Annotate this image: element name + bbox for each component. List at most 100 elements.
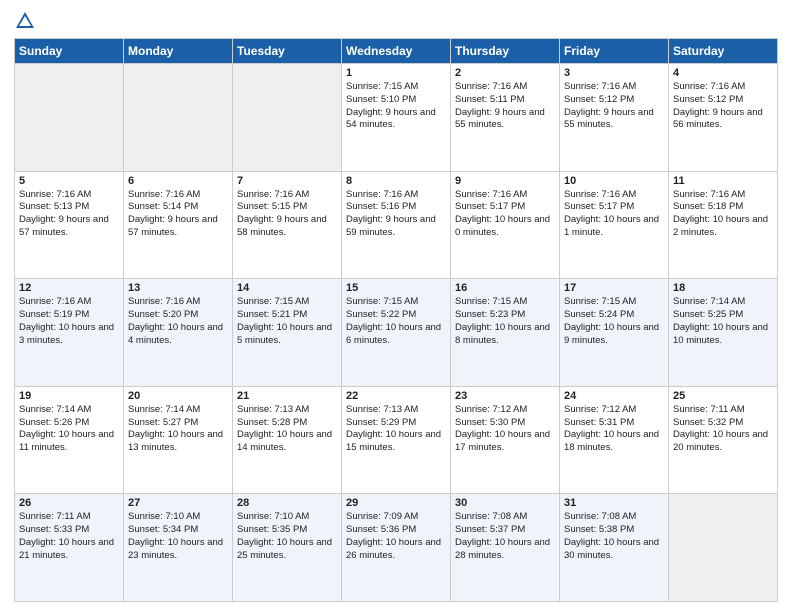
day-number: 23 [455,390,555,402]
day-number: 13 [128,282,228,294]
day-cell: 14 Sunrise: 7:15 AMSunset: 5:21 PMDayligh… [233,279,342,387]
day-info: Sunrise: 7:13 AMSunset: 5:28 PMDaylight:… [237,404,337,455]
logo [14,10,40,32]
day-number: 28 [237,497,337,509]
weekday-header-sunday: Sunday [15,39,124,64]
day-number: 8 [346,175,446,187]
day-cell: 3 Sunrise: 7:16 AMSunset: 5:12 PMDaylight… [560,64,669,172]
day-number: 12 [19,282,119,294]
day-cell: 24 Sunrise: 7:12 AMSunset: 5:31 PMDayligh… [560,386,669,494]
day-cell: 28 Sunrise: 7:10 AMSunset: 5:35 PMDayligh… [233,494,342,602]
day-cell: 10 Sunrise: 7:16 AMSunset: 5:17 PMDayligh… [560,171,669,279]
week-row-1: 1Sunrise: 7:15 AMSunset: 5:10 PMDaylight… [15,64,778,172]
day-info: Sunrise: 7:16 AMSunset: 5:13 PMDaylight:… [19,189,119,240]
day-cell: 15Sunrise: 7:15 AMSunset: 5:22 PMDayligh… [342,279,451,387]
day-info: Sunrise: 7:12 AMSunset: 5:30 PMDaylight:… [455,404,555,455]
weekday-header-saturday: Saturday [669,39,778,64]
day-number: 4 [673,67,773,79]
day-number: 24 [564,390,664,402]
day-info: Sunrise: 7:16 AMSunset: 5:11 PMDaylight:… [455,81,555,132]
day-cell [124,64,233,172]
week-row-2: 5 Sunrise: 7:16 AMSunset: 5:13 PMDaylight… [15,171,778,279]
day-info: Sunrise: 7:16 AMSunset: 5:18 PMDaylight:… [673,189,773,240]
day-cell: 18 Sunrise: 7:14 AMSunset: 5:25 PMDayligh… [669,279,778,387]
page: SundayMondayTuesdayWednesdayThursdayFrid… [0,0,792,612]
day-number: 31 [564,497,664,509]
day-number: 10 [564,175,664,187]
day-cell: 17 Sunrise: 7:15 AMSunset: 5:24 PMDayligh… [560,279,669,387]
day-number: 18 [673,282,773,294]
day-info: Sunrise: 7:10 AMSunset: 5:35 PMDaylight:… [237,511,337,562]
day-cell: 20 Sunrise: 7:14 AMSunset: 5:27 PMDayligh… [124,386,233,494]
day-info: Sunrise: 7:08 AMSunset: 5:38 PMDaylight:… [564,511,664,562]
day-info: Sunrise: 7:16 AMSunset: 5:12 PMDaylight:… [673,81,773,132]
day-info: Sunrise: 7:16 AMSunset: 5:15 PMDaylight:… [237,189,337,240]
day-cell: 30Sunrise: 7:08 AMSunset: 5:37 PMDayligh… [451,494,560,602]
day-cell: 26 Sunrise: 7:11 AMSunset: 5:33 PMDayligh… [15,494,124,602]
header [14,10,778,32]
day-info: Sunrise: 7:16 AMSunset: 5:20 PMDaylight:… [128,296,228,347]
calendar-table: SundayMondayTuesdayWednesdayThursdayFrid… [14,38,778,602]
day-cell: 23 Sunrise: 7:12 AMSunset: 5:30 PMDayligh… [451,386,560,494]
day-cell: 12 Sunrise: 7:16 AMSunset: 5:19 PMDayligh… [15,279,124,387]
day-info: Sunrise: 7:15 AMSunset: 5:23 PMDaylight:… [455,296,555,347]
day-info: Sunrise: 7:16 AMSunset: 5:14 PMDaylight:… [128,189,228,240]
day-info: Sunrise: 7:16 AMSunset: 5:16 PMDaylight:… [346,189,446,240]
day-cell: 7Sunrise: 7:16 AMSunset: 5:15 PMDaylight… [233,171,342,279]
weekday-header-friday: Friday [560,39,669,64]
logo-icon [14,10,36,32]
day-cell: 22 Sunrise: 7:13 AMSunset: 5:29 PMDayligh… [342,386,451,494]
day-number: 3 [564,67,664,79]
day-number: 16 [455,282,555,294]
day-info: Sunrise: 7:13 AMSunset: 5:29 PMDaylight:… [346,404,446,455]
day-number: 22 [346,390,446,402]
day-info: Sunrise: 7:14 AMSunset: 5:27 PMDaylight:… [128,404,228,455]
day-number: 17 [564,282,664,294]
day-cell: 11 Sunrise: 7:16 AMSunset: 5:18 PMDayligh… [669,171,778,279]
day-cell: 2 Sunrise: 7:16 AMSunset: 5:11 PMDaylight… [451,64,560,172]
day-number: 2 [455,67,555,79]
day-number: 26 [19,497,119,509]
day-info: Sunrise: 7:15 AMSunset: 5:24 PMDaylight:… [564,296,664,347]
day-number: 14 [237,282,337,294]
day-info: Sunrise: 7:16 AMSunset: 5:12 PMDaylight:… [564,81,664,132]
day-cell [669,494,778,602]
day-info: Sunrise: 7:16 AMSunset: 5:19 PMDaylight:… [19,296,119,347]
day-number: 9 [455,175,555,187]
weekday-header-tuesday: Tuesday [233,39,342,64]
day-info: Sunrise: 7:11 AMSunset: 5:32 PMDaylight:… [673,404,773,455]
day-number: 30 [455,497,555,509]
day-cell: 31 Sunrise: 7:08 AMSunset: 5:38 PMDayligh… [560,494,669,602]
day-cell: 4 Sunrise: 7:16 AMSunset: 5:12 PMDaylight… [669,64,778,172]
day-cell [15,64,124,172]
day-info: Sunrise: 7:14 AMSunset: 5:25 PMDaylight:… [673,296,773,347]
day-cell: 19 Sunrise: 7:14 AMSunset: 5:26 PMDayligh… [15,386,124,494]
day-info: Sunrise: 7:14 AMSunset: 5:26 PMDaylight:… [19,404,119,455]
day-cell: 5 Sunrise: 7:16 AMSunset: 5:13 PMDaylight… [15,171,124,279]
day-info: Sunrise: 7:12 AMSunset: 5:31 PMDaylight:… [564,404,664,455]
day-cell: 25 Sunrise: 7:11 AMSunset: 5:32 PMDayligh… [669,386,778,494]
day-cell: 21 Sunrise: 7:13 AMSunset: 5:28 PMDayligh… [233,386,342,494]
day-cell: 6 Sunrise: 7:16 AMSunset: 5:14 PMDaylight… [124,171,233,279]
day-info: Sunrise: 7:15 AMSunset: 5:10 PMDaylight:… [346,81,446,132]
day-cell [233,64,342,172]
day-cell: 16 Sunrise: 7:15 AMSunset: 5:23 PMDayligh… [451,279,560,387]
day-number: 25 [673,390,773,402]
day-number: 6 [128,175,228,187]
day-number: 20 [128,390,228,402]
day-info: Sunrise: 7:15 AMSunset: 5:22 PMDaylight:… [346,296,446,347]
day-info: Sunrise: 7:11 AMSunset: 5:33 PMDaylight:… [19,511,119,562]
day-info: Sunrise: 7:16 AMSunset: 5:17 PMDaylight:… [564,189,664,240]
day-info: Sunrise: 7:15 AMSunset: 5:21 PMDaylight:… [237,296,337,347]
day-number: 19 [19,390,119,402]
day-number: 21 [237,390,337,402]
day-cell: 9 Sunrise: 7:16 AMSunset: 5:17 PMDaylight… [451,171,560,279]
weekday-header-row: SundayMondayTuesdayWednesdayThursdayFrid… [15,39,778,64]
week-row-5: 26 Sunrise: 7:11 AMSunset: 5:33 PMDayligh… [15,494,778,602]
week-row-3: 12 Sunrise: 7:16 AMSunset: 5:19 PMDayligh… [15,279,778,387]
day-info: Sunrise: 7:16 AMSunset: 5:17 PMDaylight:… [455,189,555,240]
day-info: Sunrise: 7:09 AMSunset: 5:36 PMDaylight:… [346,511,446,562]
day-cell: 27Sunrise: 7:10 AMSunset: 5:34 PMDayligh… [124,494,233,602]
day-number: 5 [19,175,119,187]
day-number: 11 [673,175,773,187]
